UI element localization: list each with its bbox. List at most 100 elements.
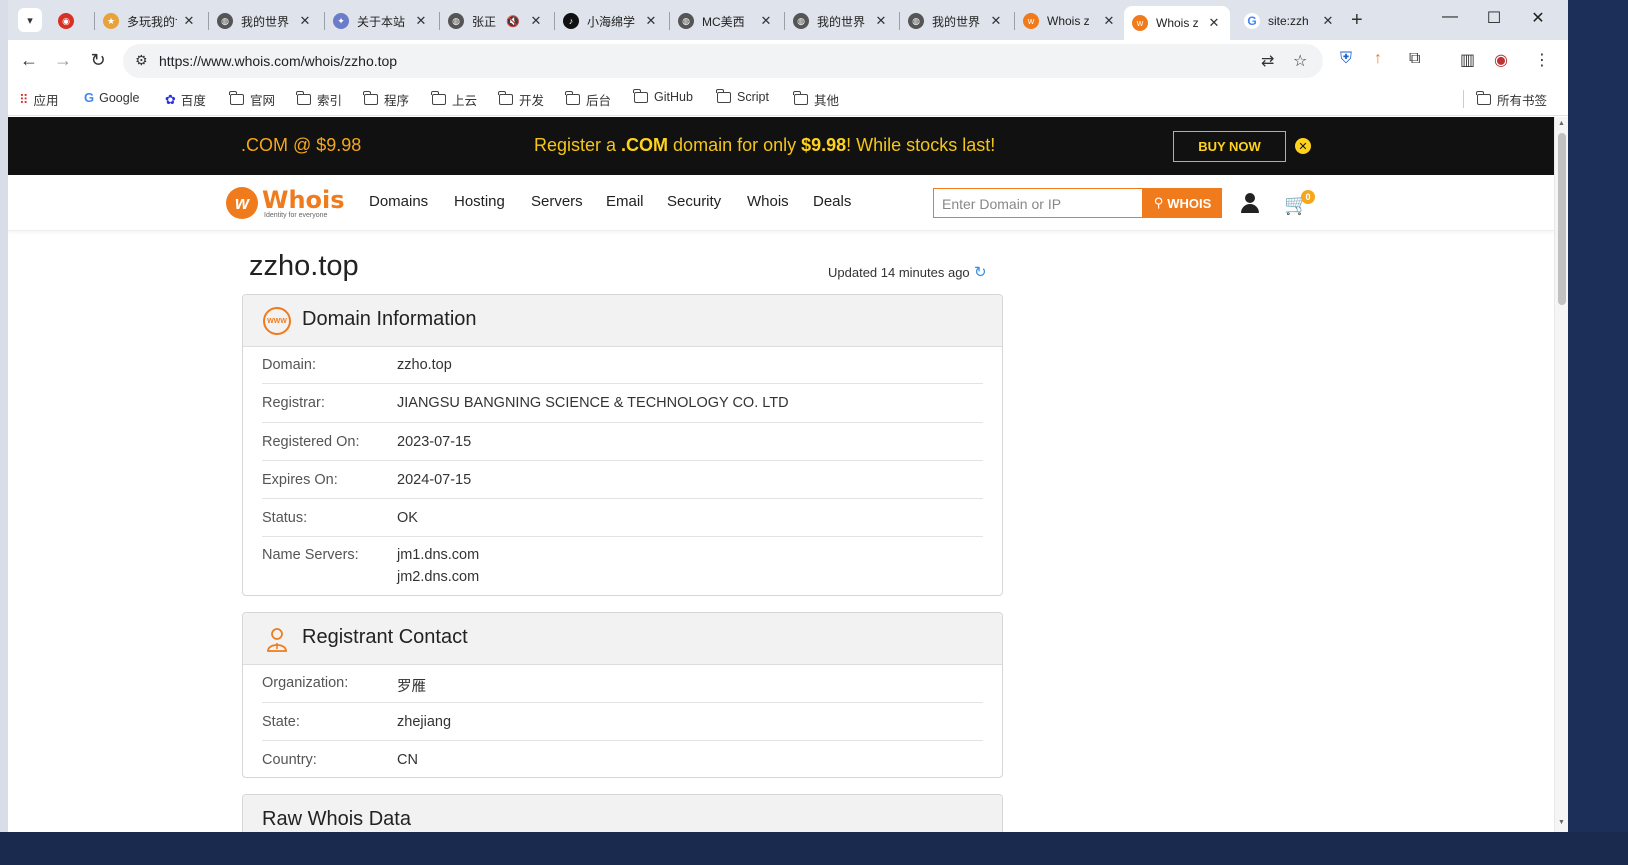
- bookmark-folder[interactable]: 其他: [793, 90, 840, 109]
- whois-icon: w: [1023, 13, 1039, 29]
- bookmark-folder[interactable]: Script: [716, 88, 769, 104]
- close-tab-icon[interactable]: ✕: [297, 13, 313, 29]
- bookmark-folder[interactable]: 程序: [363, 90, 409, 109]
- close-tab-icon[interactable]: ✕: [758, 13, 774, 29]
- nav-whois[interactable]: Whois: [747, 193, 789, 210]
- close-tab-icon[interactable]: ✕: [873, 13, 889, 29]
- info-row: Registered On: 2023-07-15: [262, 423, 983, 461]
- promo-message: Register a .COM domain for only $9.98! W…: [534, 135, 995, 156]
- tab-title: 关于本站: [357, 14, 406, 29]
- folder-icon: [498, 91, 513, 105]
- bookmark-folder[interactable]: 官网: [229, 90, 275, 109]
- site-header: w Whois Identity for everyone Domains Ho…: [8, 175, 1554, 231]
- close-tab-icon[interactable]: ✕: [1320, 13, 1336, 29]
- extensions-icon[interactable]: ⧉: [1409, 50, 1420, 68]
- tab-7[interactable]: ◍ 我的世界 ✕: [785, 6, 897, 36]
- tab-1[interactable]: ★ 多玩我的世界 ✕: [95, 6, 205, 36]
- reload-button[interactable]: ↻: [87, 50, 109, 71]
- side-panel-icon[interactable]: ▥: [1460, 50, 1475, 70]
- all-bookmarks[interactable]: 所有书签: [1476, 90, 1547, 109]
- close-window-button[interactable]: ✕: [1523, 8, 1553, 28]
- card-header: WWW Domain Information: [243, 295, 1002, 347]
- bookmark-label: 其他: [814, 94, 840, 108]
- bitwarden-extension-icon[interactable]: ⛨: [1340, 50, 1352, 68]
- close-tab-icon[interactable]: ✕: [988, 13, 1004, 29]
- close-tab-icon[interactable]: ✕: [181, 13, 197, 29]
- bookmark-folder[interactable]: 上云: [431, 90, 477, 109]
- muted-audio-icon[interactable]: 🔇: [506, 15, 520, 28]
- tab-10-active[interactable]: w Whois z ✕: [1124, 6, 1230, 40]
- page-scrollbar[interactable]: ▲ ▼: [1554, 117, 1568, 832]
- info-key: State:: [262, 714, 300, 730]
- tab-title: MC美西: [702, 14, 745, 29]
- globe-icon: ◍: [448, 13, 464, 29]
- tab-8[interactable]: ◍ 我的世界 ✕: [900, 6, 1012, 36]
- raw-whois-card: Raw Whois Data: [242, 794, 1003, 832]
- bookmark-folder[interactable]: GitHub: [633, 88, 693, 104]
- nav-deals[interactable]: Deals: [813, 193, 851, 210]
- promo-text: ! While stocks last!: [846, 135, 996, 155]
- tab-11[interactable]: G site:zzh ✕: [1236, 6, 1344, 36]
- new-tab-button[interactable]: +: [1351, 9, 1363, 32]
- tab-2[interactable]: ◍ 我的世界 ✕: [209, 6, 321, 36]
- translate-icon[interactable]: ⇄: [1261, 51, 1274, 71]
- card-header: Registrant Contact: [243, 613, 1002, 665]
- folder-icon: [633, 88, 648, 103]
- back-button[interactable]: ←: [18, 50, 40, 71]
- profile-avatar[interactable]: ◉: [1494, 50, 1508, 70]
- menu-kebab-icon[interactable]: ⋮: [1534, 50, 1550, 70]
- close-banner-icon[interactable]: ✕: [1295, 138, 1311, 154]
- user-account-icon[interactable]: [1240, 193, 1260, 213]
- close-tab-icon[interactable]: ✕: [643, 13, 659, 29]
- bookmark-apps[interactable]: ⠿ 应用: [19, 90, 59, 109]
- close-tab-icon[interactable]: ✕: [1206, 15, 1222, 31]
- tab-6[interactable]: ◍ MC美西 ✕: [670, 6, 782, 36]
- nav-email[interactable]: Email: [606, 193, 644, 210]
- close-tab-icon[interactable]: ✕: [528, 13, 544, 29]
- url-text[interactable]: https://www.whois.com/whois/zzho.top: [159, 53, 397, 69]
- scroll-down-icon[interactable]: ▼: [1558, 819, 1565, 826]
- bookmark-baidu[interactable]: ✿ 百度: [165, 90, 206, 109]
- nav-security[interactable]: Security: [667, 193, 721, 210]
- site-info-icon[interactable]: ⚙: [135, 52, 148, 69]
- forward-button[interactable]: →: [52, 50, 74, 71]
- nav-servers[interactable]: Servers: [531, 193, 583, 210]
- extension-arrow-icon[interactable]: ↑: [1374, 50, 1382, 68]
- tab-5[interactable]: ♪ 小海绵学 ✕: [555, 6, 667, 36]
- info-value: OK: [397, 510, 418, 526]
- tab-4[interactable]: ◍ 张正 🔇 ✕: [440, 6, 552, 36]
- tab-3[interactable]: ✦ 关于本站 ✕: [325, 6, 437, 36]
- bookmark-folder[interactable]: 开发: [498, 90, 544, 109]
- bookmark-folder[interactable]: 索引: [296, 90, 343, 109]
- close-tab-icon[interactable]: ✕: [1101, 13, 1117, 29]
- close-tab-icon[interactable]: ✕: [413, 13, 429, 29]
- promo-text: Register a: [534, 135, 622, 155]
- refresh-icon[interactable]: ↻: [974, 263, 987, 281]
- tab-title: 我的世界: [932, 14, 981, 29]
- logo-word: Whois: [262, 186, 345, 214]
- bookmark-google[interactable]: G Google: [84, 90, 139, 105]
- promo-text: domain for only: [668, 135, 802, 155]
- bookmark-folder[interactable]: 后台: [565, 90, 611, 109]
- nav-domains[interactable]: Domains: [369, 193, 428, 210]
- tab-search-button[interactable]: ▾: [18, 8, 42, 32]
- address-bar[interactable]: ⚙ https://www.whois.com/whois/zzho.top ⇄…: [123, 44, 1323, 78]
- site-icon: ✦: [333, 13, 349, 29]
- maximize-button[interactable]: ☐: [1479, 8, 1509, 28]
- domain-search-input[interactable]: Enter Domain or IP: [933, 188, 1143, 218]
- info-row: Registrar: JIANGSU BANGNING SCIENCE & TE…: [262, 384, 983, 423]
- nav-hosting[interactable]: Hosting: [454, 193, 505, 210]
- logo-tagline: Identity for everyone: [264, 212, 328, 219]
- info-row: Country: CN: [262, 741, 983, 779]
- minimize-button[interactable]: —: [1435, 8, 1465, 26]
- tab-0[interactable]: ◉: [50, 6, 90, 36]
- tab-title: 我的世界: [241, 14, 290, 29]
- buy-now-button[interactable]: BUY NOW: [1173, 131, 1286, 162]
- whois-logo[interactable]: w Whois Identity for everyone: [226, 185, 346, 221]
- scroll-up-icon[interactable]: ▲: [1558, 120, 1565, 127]
- bookmark-star-icon[interactable]: ☆: [1293, 51, 1307, 71]
- tab-9[interactable]: w Whois z ✕: [1015, 6, 1125, 36]
- whois-search-button[interactable]: ⚲ WHOIS: [1143, 188, 1222, 218]
- bookmark-label: 索引: [317, 94, 343, 108]
- scrollbar-thumb[interactable]: [1558, 133, 1566, 305]
